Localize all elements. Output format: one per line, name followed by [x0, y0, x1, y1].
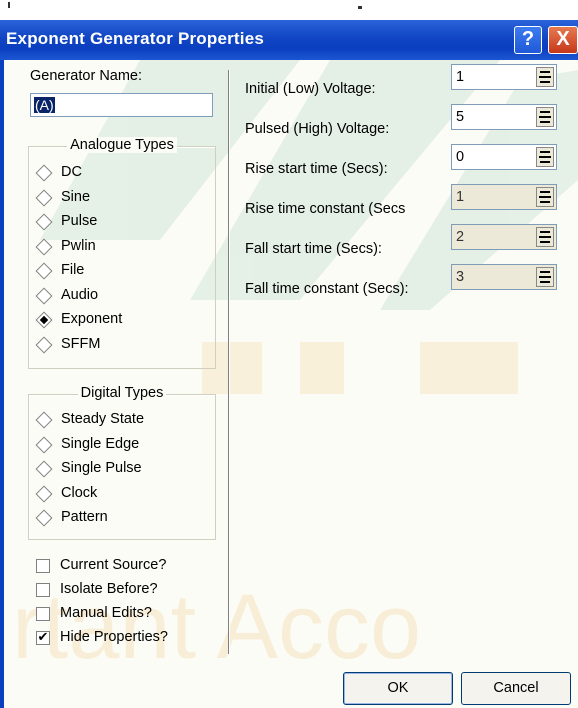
- param-label: Pulsed (High) Voltage:: [245, 121, 390, 137]
- checkbox-current-source[interactable]: [36, 559, 50, 573]
- generator-name-label: Generator Name:: [30, 68, 143, 84]
- radio-label: Single Edge: [61, 435, 140, 452]
- spin-arrows-icon[interactable]: [536, 187, 554, 207]
- spin-arrows-icon[interactable]: [536, 147, 554, 167]
- param-spinbox[interactable]: 2: [451, 224, 557, 250]
- param-value: 0: [456, 149, 465, 165]
- checkbox-manual-edits[interactable]: [36, 607, 50, 621]
- radio-label: Sine: [61, 188, 91, 205]
- checkbox-label: Hide Properties?: [60, 629, 168, 645]
- spin-arrows-icon[interactable]: [536, 267, 554, 287]
- radio-label: Steady State: [61, 411, 145, 427]
- checkbox-label: Manual Edits?: [60, 605, 152, 621]
- param-value: 1: [456, 69, 465, 85]
- radio-label: Clock: [61, 484, 98, 501]
- radio-label: Single Pulse: [61, 460, 142, 476]
- param-value: 1: [456, 189, 465, 205]
- ok-button[interactable]: OK: [343, 672, 453, 705]
- param-value: 2: [456, 229, 465, 245]
- radio-label: Exponent: [61, 311, 123, 327]
- analogue-types-group: Analogue Types: [28, 137, 216, 369]
- radio-label: File: [61, 262, 85, 278]
- param-label: Initial (Low) Voltage:: [245, 81, 376, 97]
- analogue-types-title: Analogue Types: [67, 137, 177, 153]
- param-spinbox[interactable]: 1: [451, 184, 557, 210]
- param-spinbox[interactable]: 0: [451, 144, 557, 170]
- param-value: 3: [456, 269, 465, 285]
- radio-label: Audio: [61, 286, 99, 303]
- spin-arrows-icon[interactable]: [536, 67, 554, 87]
- param-spinbox[interactable]: 1: [451, 64, 557, 90]
- radio-label: Pwlin: [61, 237, 96, 254]
- param-label: Rise time constant (Secs: [245, 201, 406, 217]
- radio-label: Pattern: [61, 509, 108, 525]
- param-spinbox[interactable]: 5: [451, 104, 557, 130]
- param-value: 5: [456, 109, 465, 125]
- cancel-button[interactable]: Cancel: [461, 672, 571, 705]
- checkbox-label: Current Source?: [60, 557, 167, 573]
- spin-arrows-icon[interactable]: [536, 227, 554, 247]
- param-label: Rise start time (Secs):: [245, 161, 388, 177]
- generator-name-value: (A): [34, 97, 55, 113]
- close-button[interactable]: X: [548, 26, 578, 54]
- checkbox-hide-properties[interactable]: ✔: [36, 631, 50, 645]
- radio-label: Pulse: [61, 213, 98, 229]
- radio-label: DC: [61, 164, 82, 180]
- param-spinbox[interactable]: 3: [451, 264, 557, 290]
- panel-divider: [228, 70, 229, 654]
- title-bar[interactable]: Exponent Generator Properties ? X: [0, 20, 578, 60]
- checkbox-isolate-before[interactable]: [36, 583, 50, 597]
- param-label: Fall time constant (Secs):: [245, 281, 409, 297]
- window-title: Exponent Generator Properties: [6, 29, 265, 48]
- param-label: Fall start time (Secs):: [245, 241, 382, 257]
- radio-label: SFFM: [61, 335, 101, 352]
- generator-name-input[interactable]: (A): [30, 93, 213, 117]
- digital-types-title: Digital Types: [77, 385, 167, 401]
- help-button[interactable]: ?: [514, 26, 542, 54]
- checkbox-label: Isolate Before?: [60, 581, 158, 597]
- spin-arrows-icon[interactable]: [536, 107, 554, 127]
- background-window-strip: [0, 0, 578, 20]
